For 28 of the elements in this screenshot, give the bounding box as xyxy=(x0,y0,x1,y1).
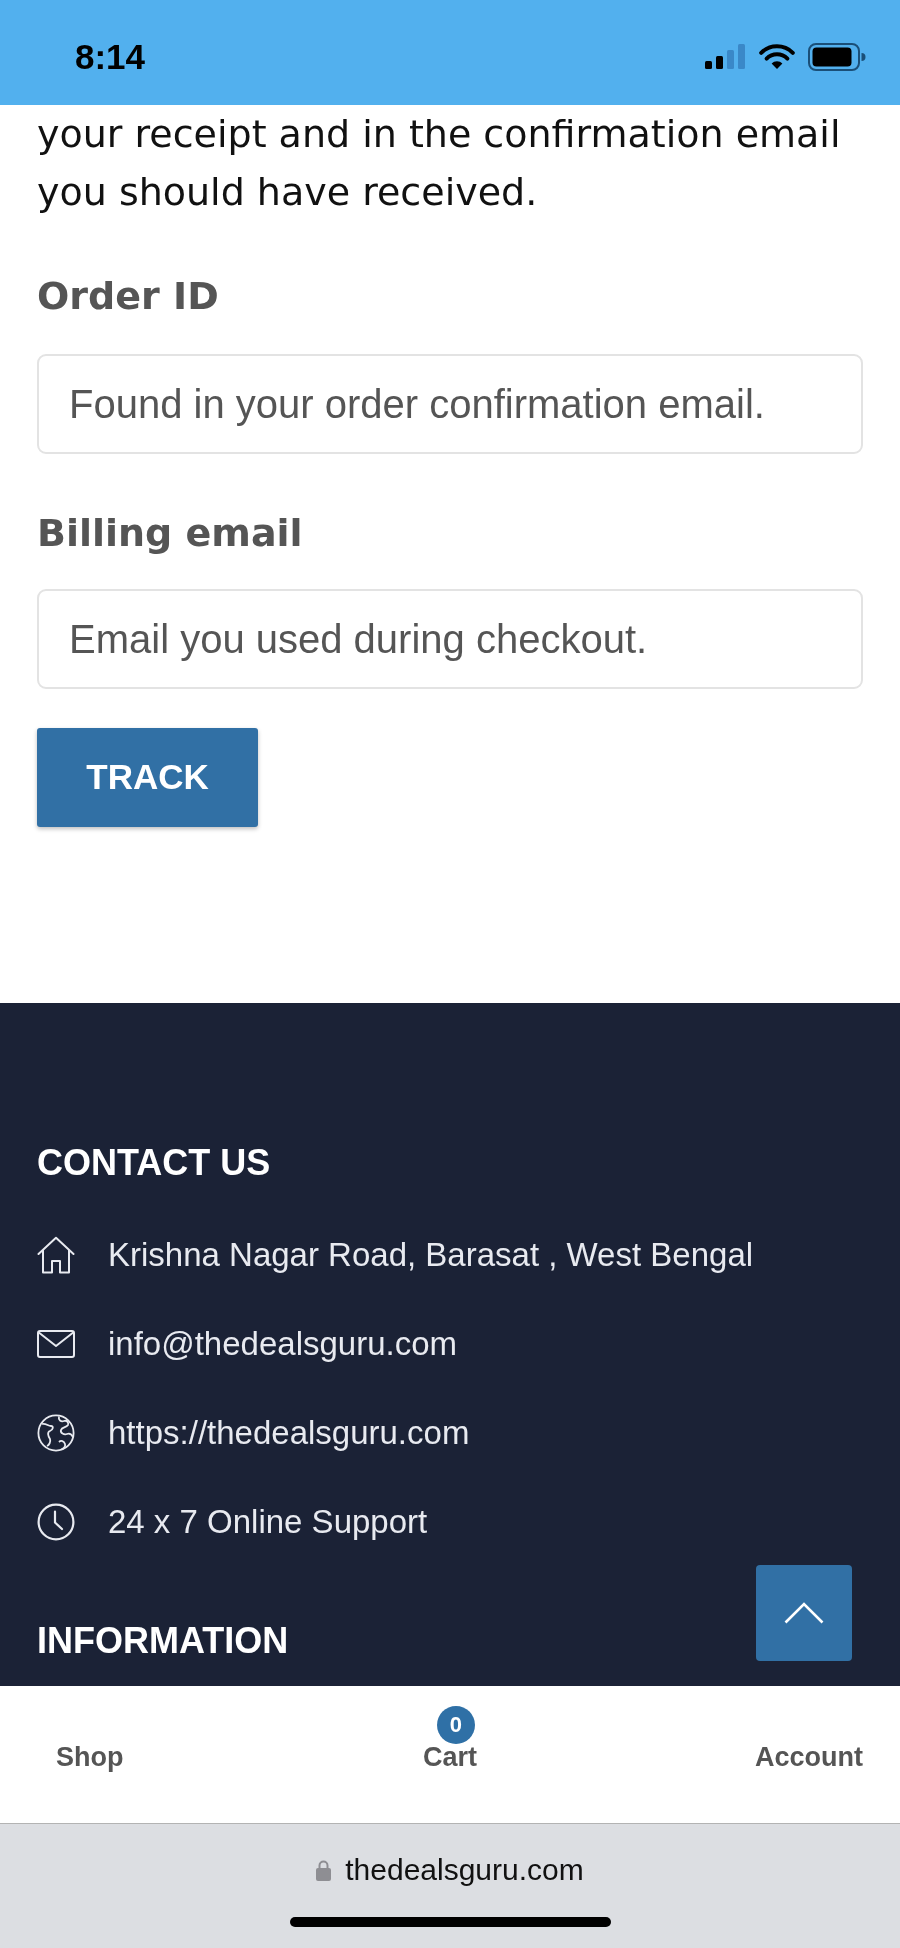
contact-text: info@thedealsguru.com xyxy=(108,1324,458,1364)
envelope-icon xyxy=(37,1330,75,1358)
track-button[interactable]: TRACK xyxy=(37,728,258,827)
status-time: 8:14 xyxy=(75,39,146,74)
cart-count-badge: 0 xyxy=(437,1706,475,1744)
url-text[interactable]: thedealsguru.com xyxy=(345,1853,584,1887)
battery-icon xyxy=(808,42,866,71)
chevron-up-icon xyxy=(784,1602,824,1624)
scroll-to-top-button[interactable] xyxy=(756,1565,852,1661)
intro-paragraph: your receipt and in the confirmation email you should have received. xyxy=(37,111,842,216)
contact-text: https://thedealsguru.com xyxy=(108,1413,470,1453)
contact-text: Krishna Nagar Road, Barasat , West Bengal xyxy=(108,1235,754,1275)
wifi-icon xyxy=(759,43,795,70)
nav-link[interactable]: Cart xyxy=(423,1744,477,1771)
field-label: Order ID xyxy=(37,273,219,319)
section-heading: CONTACT US xyxy=(37,1141,271,1185)
nav-link[interactable]: Shop xyxy=(56,1744,124,1771)
section-heading: INFORMATION xyxy=(37,1619,289,1663)
clock-icon xyxy=(37,1503,75,1541)
input-field[interactable]: Email you used during checkout. xyxy=(37,589,863,689)
signal-icon xyxy=(705,44,746,69)
lock-icon xyxy=(316,1859,332,1881)
globe-icon xyxy=(37,1414,75,1452)
nav-link[interactable]: Account xyxy=(755,1744,863,1771)
field-label: Billing email xyxy=(37,510,303,556)
input-field[interactable]: Found in your order confirmation email. xyxy=(37,354,863,454)
house-icon xyxy=(37,1236,75,1274)
contact-text: 24 x 7 Online Support xyxy=(108,1502,428,1542)
